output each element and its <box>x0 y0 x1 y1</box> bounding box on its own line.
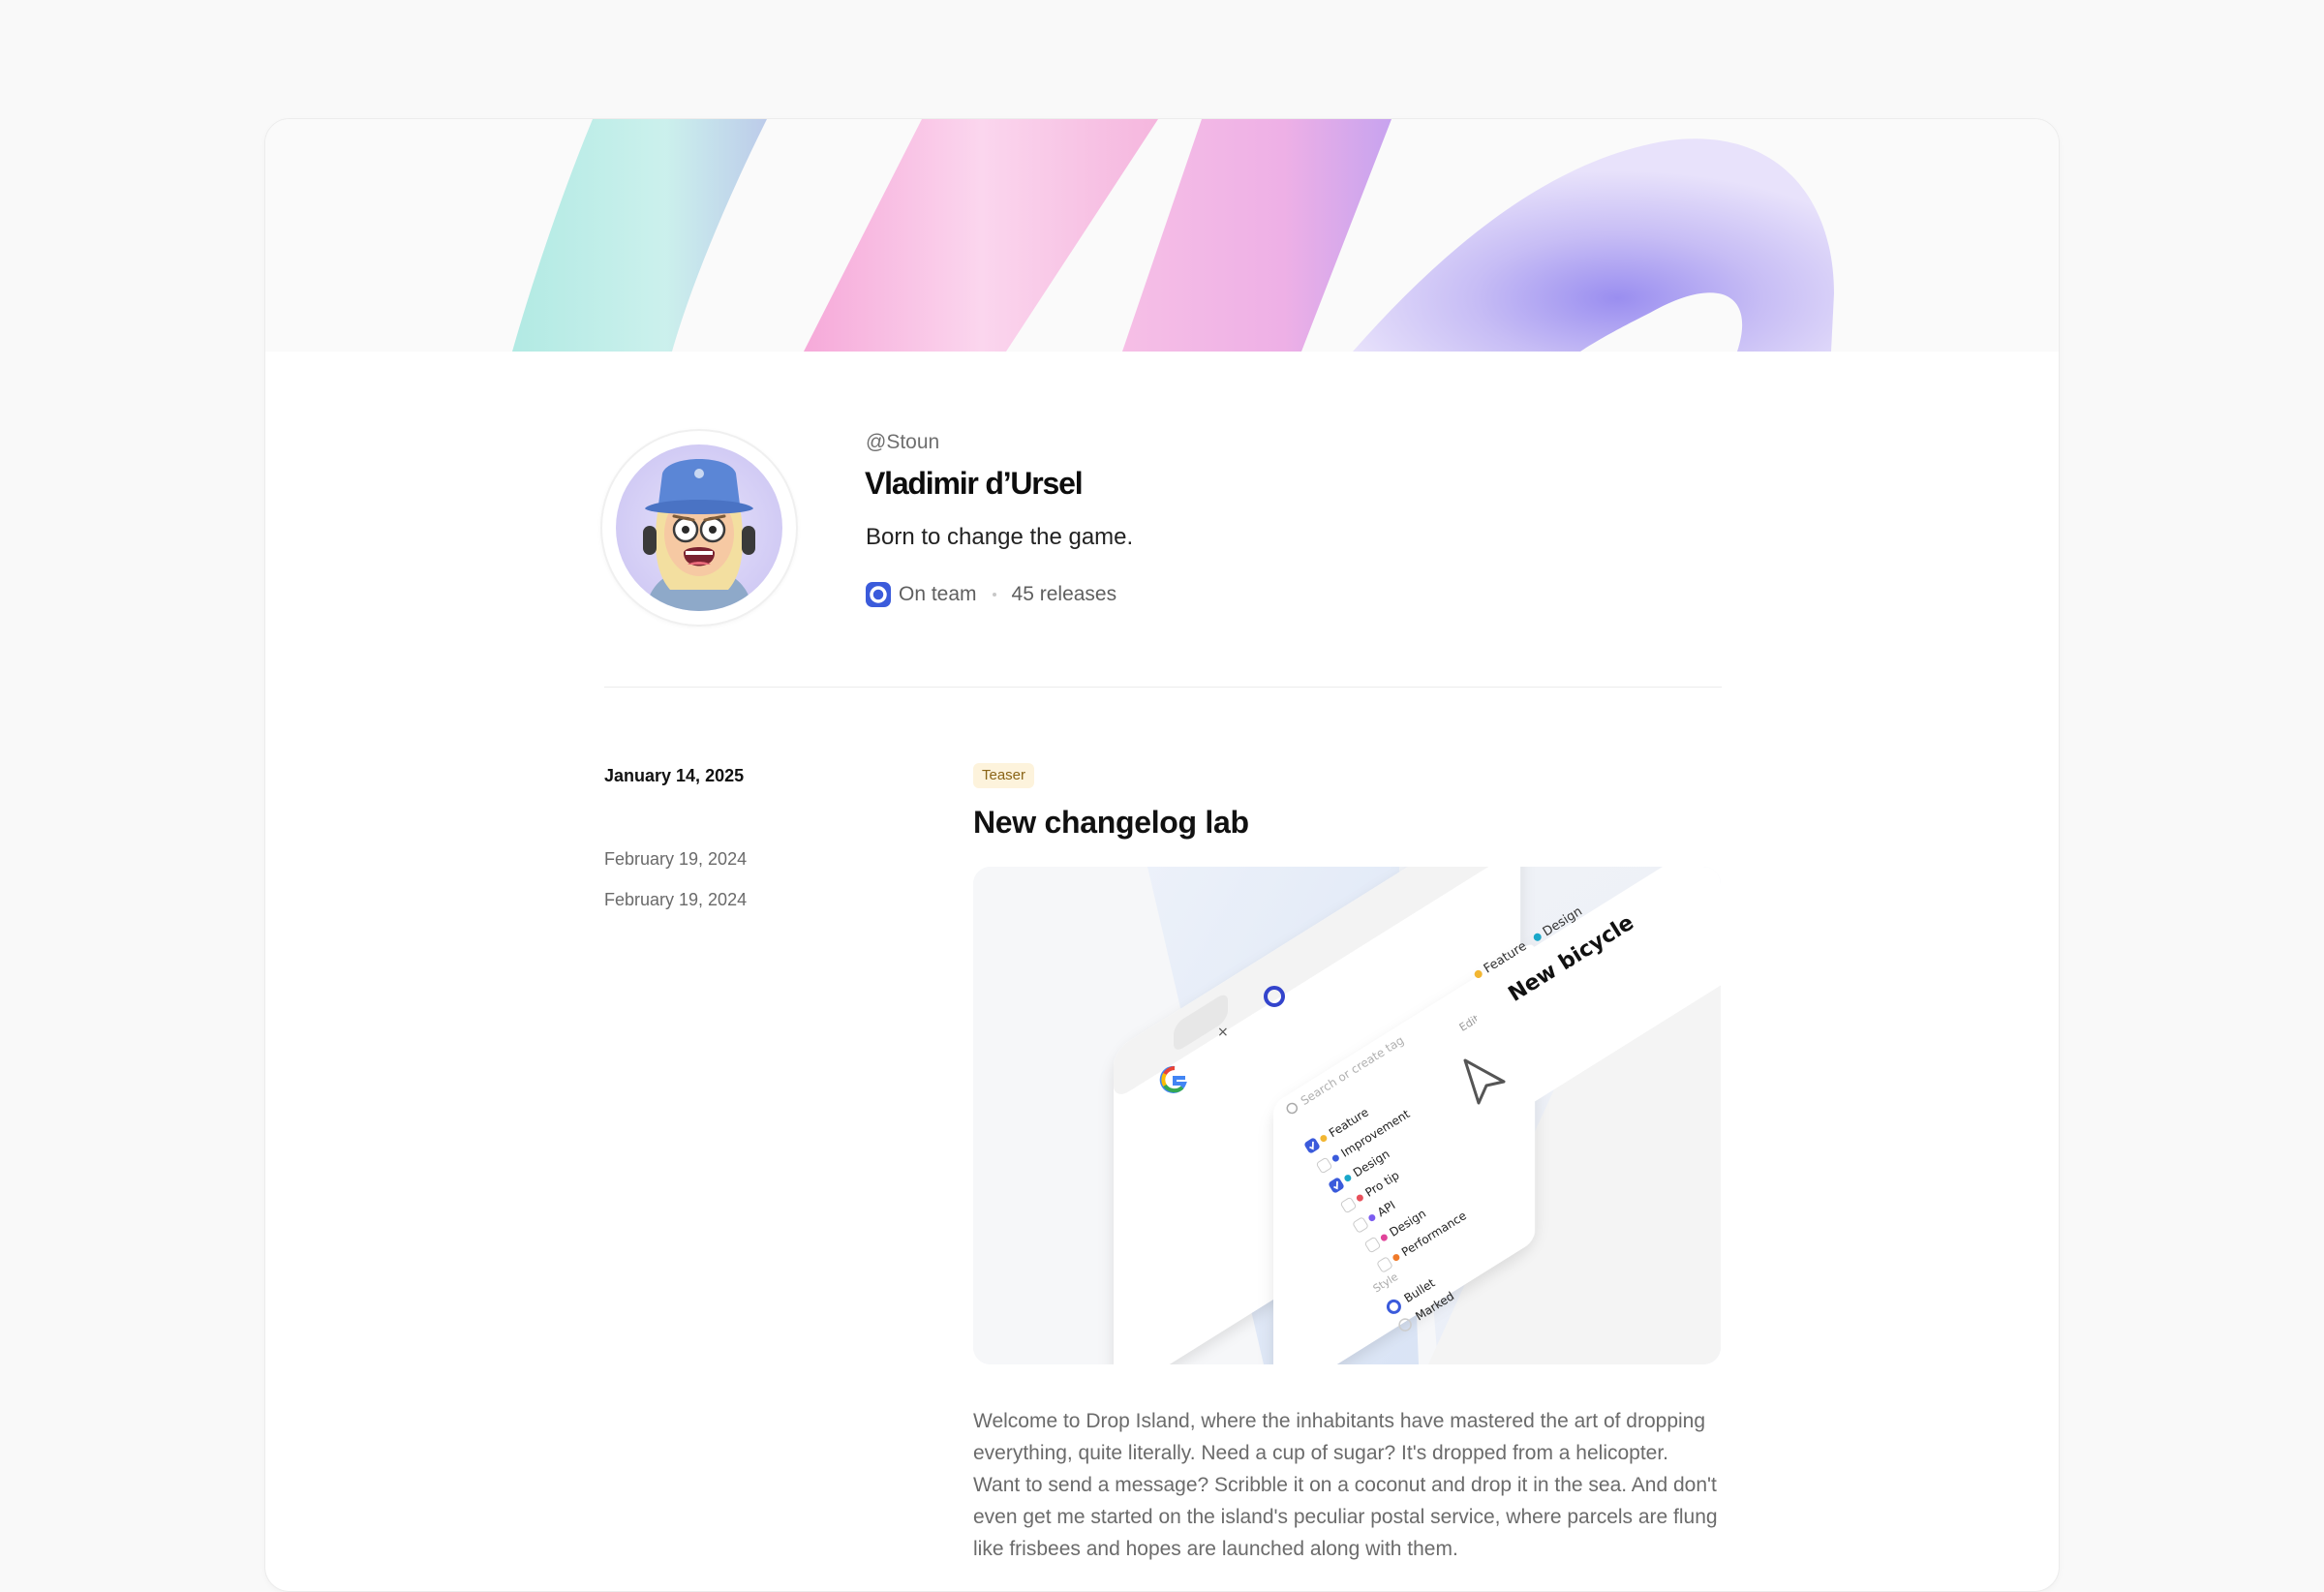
close-icon: × <box>1217 1025 1229 1040</box>
profile-banner <box>265 119 2059 352</box>
preview-close-tab: × <box>1217 1025 1229 1040</box>
team-label[interactable]: On team <box>899 583 977 606</box>
timeline-date-active[interactable]: January 14, 2025 <box>604 766 744 786</box>
profile-bio: Born to change the game. <box>866 524 1134 550</box>
meta-separator <box>992 593 996 597</box>
profile-card: @Stoun Vladimir d’Ursel Born to change t… <box>264 118 2060 1592</box>
profile-name: Vladimir d’Ursel <box>865 466 1084 501</box>
preview-illustration: × Search or create tag Edit FeatureImpro… <box>973 867 1721 1364</box>
avatar[interactable] <box>600 429 798 627</box>
profile-handle: @Stoun <box>866 431 940 453</box>
post-preview-image: × Search or create tag Edit Feature Impro… <box>973 867 1721 1364</box>
profile-meta: On team 45 releases <box>866 582 1116 607</box>
post-badge: Teaser <box>973 763 1035 788</box>
post-body: Welcome to Drop Island, where the inhabi… <box>973 1410 1718 1560</box>
section-divider <box>604 687 1722 688</box>
releases-count[interactable]: 45 releases <box>1012 583 1117 606</box>
post-title[interactable]: New changelog lab <box>973 805 1249 841</box>
banner-artwork <box>512 119 1834 352</box>
team-logo-icon <box>866 582 891 607</box>
avatar-illustration <box>616 444 782 611</box>
timeline-date[interactable]: February 19, 2024 <box>604 849 747 870</box>
timeline-date[interactable]: February 19, 2024 <box>604 890 747 910</box>
